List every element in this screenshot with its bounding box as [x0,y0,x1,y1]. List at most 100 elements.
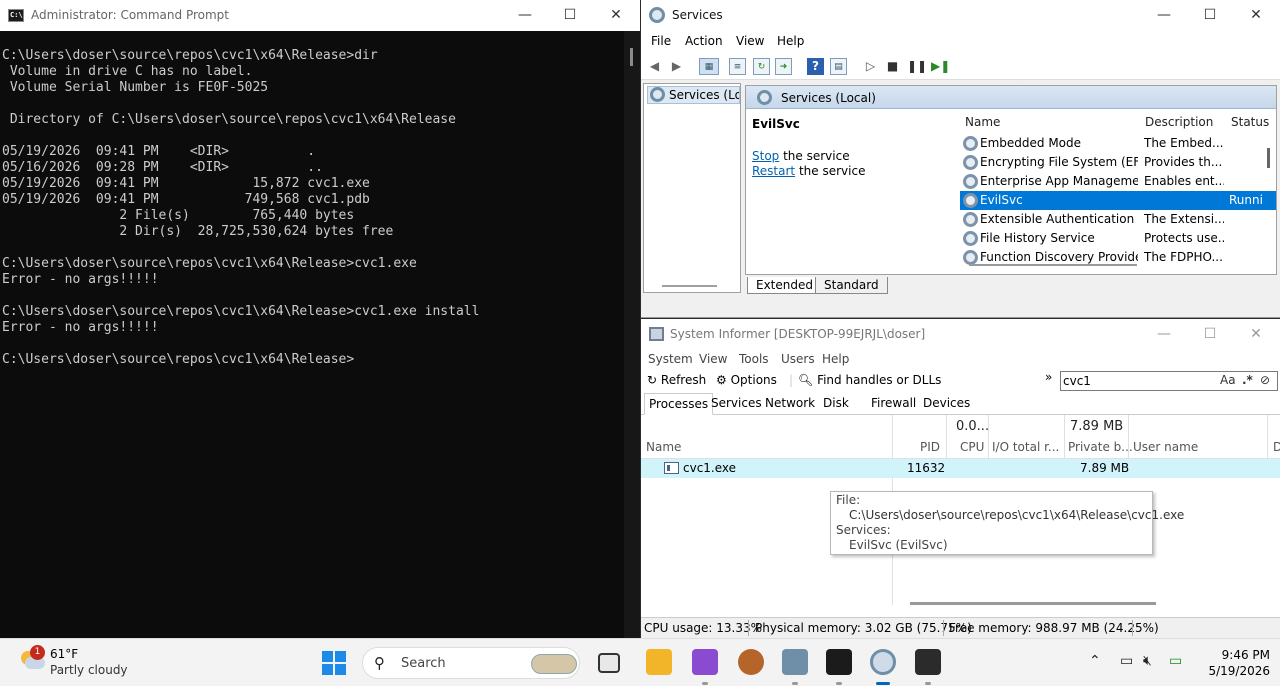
tab-firewall[interactable]: Firewall [871,396,916,410]
weather-temperature[interactable]: 61°F [50,647,78,661]
menu-help[interactable]: Help [777,34,804,48]
refresh-button[interactable]: ↻ Refresh [647,373,706,387]
taskbar-clock[interactable]: 9:46 PM 5/19/2026 [1206,647,1270,679]
stop-service-icon[interactable]: ■ [884,58,901,75]
menu-view[interactable]: View [699,352,727,366]
battery-icon[interactable]: ▭ [1169,653,1182,669]
service-row[interactable]: File History Service Protects use... [960,229,1276,248]
start-service-icon[interactable]: ▷ [862,58,879,75]
maximize-button[interactable]: ☐ [1187,0,1233,31]
column-header-user-name[interactable]: User name [1133,440,1198,454]
maximize-button[interactable]: ☐ [1187,319,1233,350]
services-gear-icon [649,7,665,23]
file-explorer-icon[interactable] [646,649,672,675]
show-hide-pane-icon[interactable]: ▤ [830,58,847,75]
column-header-name[interactable]: Name [646,440,681,454]
tab-disk[interactable]: Disk [823,396,849,410]
system-informer-taskbar-icon[interactable] [782,649,808,675]
pause-service-icon[interactable]: ❚❚ [907,58,927,75]
services-titlebar[interactable]: Services — ☐ ✕ [641,0,1280,31]
restart-service-icon[interactable]: ▶❚ [931,58,950,75]
service-row[interactable]: Extensible Authentication P... The Extens… [960,210,1276,229]
services-taskbar-icon[interactable] [870,649,896,675]
close-button[interactable]: ✕ [593,0,639,31]
process-grid-scrollbar[interactable] [910,602,1156,605]
column-header-cpu[interactable]: CPU [960,440,984,454]
clear-search-icon[interactable]: ⊘ [1260,373,1270,387]
tab-extended[interactable]: Extended [747,277,822,294]
network-icon[interactable]: ▭ [1120,653,1133,669]
tab-network[interactable]: Network [765,396,815,410]
process-filter-input[interactable]: cvc1 Aa .* ⊘ [1060,371,1278,391]
service-row[interactable]: Encrypting File System (EFS) Provides th.… [960,153,1276,172]
service-row[interactable]: Enterprise App Managemen... Enables ent..… [960,172,1276,191]
column-header-name[interactable]: Name [965,115,1000,129]
menu-tools[interactable]: Tools [739,352,769,366]
tooltip-file-path: C:\Users\doser\source\repos\cvc1\x64\Rel… [849,508,1185,522]
menu-action[interactable]: Action [685,34,723,48]
console-line: C:\Users\doser\source\repos\cvc1\x64\Rel… [2,352,355,367]
refresh-icon[interactable]: ↻ [753,58,770,75]
close-button[interactable]: ✕ [1233,319,1279,350]
column-header-extra[interactable]: D [1273,440,1280,454]
terminal-taskbar-icon[interactable] [915,649,941,675]
back-arrow-icon[interactable]: ◀ [646,58,663,75]
column-header-pid[interactable]: PID [920,440,940,454]
si-menubar: System View Tools Users Help [641,350,1280,370]
regex-toggle[interactable]: .* [1242,373,1253,387]
volume-muted-icon[interactable]: 🔇︎ [1143,653,1152,669]
weather-condition[interactable]: Partly cloudy [50,663,128,677]
export-list-icon[interactable]: ➜ [775,58,792,75]
visual-studio-icon[interactable] [692,649,718,675]
minimize-button[interactable]: — [1141,319,1187,350]
maximize-button[interactable]: ☐ [547,0,593,31]
console-scrollbar[interactable] [624,31,640,638]
service-name: Enterprise App Managemen... [980,174,1138,188]
help-icon[interactable]: ? [807,58,824,75]
tab-devices[interactable]: Devices [923,396,970,410]
cpu-usage: CPU usage: 13.33% [644,621,763,635]
stop-service-link[interactable]: Stop [752,149,779,163]
windows-start-icon[interactable] [322,651,346,675]
menu-view[interactable]: View [736,34,764,48]
refresh-icon: ↻ [647,373,658,387]
match-case-toggle[interactable]: Aa [1220,373,1236,387]
menu-file[interactable]: File [651,34,671,48]
restart-service-link[interactable]: Restart [752,164,795,178]
forward-arrow-icon[interactable]: ▶ [668,58,685,75]
menu-system[interactable]: System [648,352,693,366]
close-button[interactable]: ✕ [1233,0,1279,31]
tree-scrollbar[interactable] [662,285,717,287]
tab-services[interactable]: Services [711,396,762,410]
services-list-vscroll-thumb[interactable] [1267,148,1270,168]
options-button[interactable]: ⚙ Options [716,373,777,387]
service-row[interactable]: EvilSvc Runni [960,191,1276,210]
tab-standard[interactable]: Standard [815,277,888,294]
properties-icon[interactable]: ≡ [729,58,746,75]
scrollbar-thumb[interactable] [630,48,633,66]
column-header-status[interactable]: Status [1231,115,1269,129]
console-tree-icon[interactable]: ▦ [699,58,719,75]
app-badger-icon[interactable] [738,649,764,675]
cmd-titlebar[interactable]: C:\. Administrator: Command Prompt — ☐ ✕ [0,0,640,31]
column-header-description[interactable]: Description [1145,115,1213,129]
column-header-private-bytes[interactable]: Private b... [1068,440,1133,454]
tab-processes[interactable]: Processes [644,393,714,415]
minimize-button[interactable]: — [502,0,548,31]
minimize-button[interactable]: — [1141,0,1187,31]
service-row[interactable]: Embedded Mode The Embed... [960,134,1276,153]
services-list-scrollbar[interactable] [969,264,1137,266]
console-output[interactable]: C:\Users\doser\source\repos\cvc1\x64\Rel… [2,48,622,368]
taskbar-search[interactable]: ⚲ Search [362,647,580,679]
tree-item-services-local[interactable]: Services (Local) [647,86,740,104]
menu-help[interactable]: Help [822,352,849,366]
table-row[interactable]: cvc1.exe 11632 7.89 MB [641,459,1280,478]
si-titlebar[interactable]: System Informer [DESKTOP-99EJRJL\doser] … [641,319,1280,350]
find-handles-button[interactable]: 🔍︎ Find handles or DLLs [798,373,941,387]
task-view-icon[interactable] [598,653,620,673]
toolbar-overflow-icon[interactable]: » [1045,370,1052,384]
chevron-up-icon[interactable]: ⌃ [1089,653,1101,669]
command-prompt-taskbar-icon[interactable] [826,649,852,675]
menu-users[interactable]: Users [781,352,815,366]
column-header-io[interactable]: I/O total r... [992,440,1059,454]
